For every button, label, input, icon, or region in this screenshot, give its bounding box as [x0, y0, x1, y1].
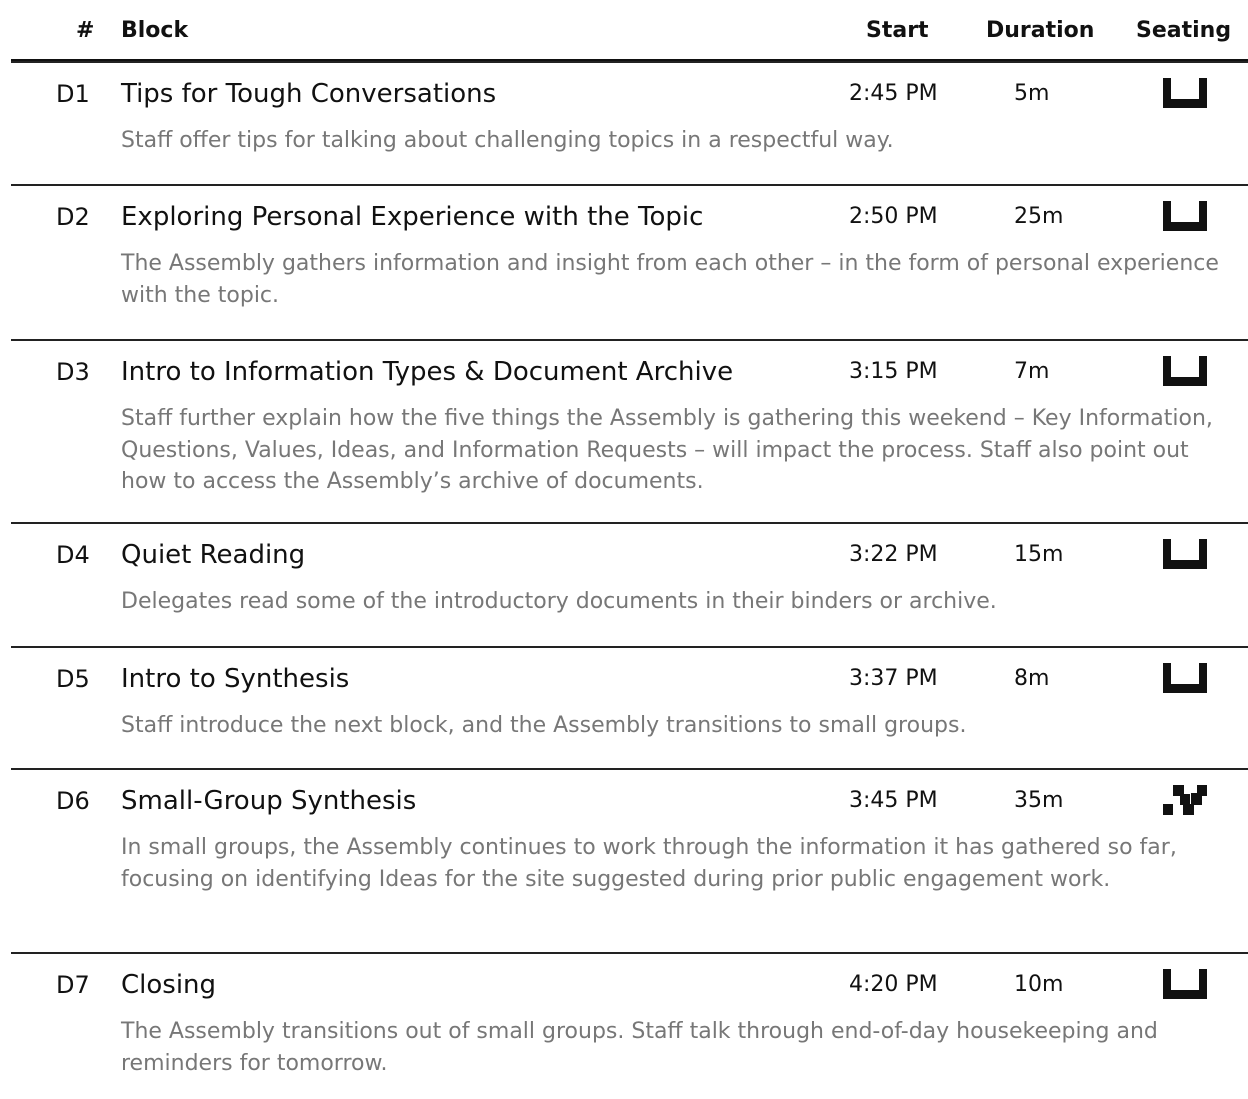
block-description: Delegates read some of the introductory …	[121, 589, 997, 614]
block-number: D4	[56, 541, 90, 569]
row-divider	[11, 646, 1248, 648]
row-divider	[11, 522, 1248, 524]
start-time: 2:45 PM	[849, 81, 938, 106]
small-group-seating-icon	[1163, 785, 1207, 815]
plenary-seating-icon	[1163, 969, 1207, 999]
block-number: D6	[56, 787, 90, 815]
table-header: # Block Start Duration Seating	[0, 0, 1248, 63]
block-title: Intro to Information Types & Document Ar…	[121, 357, 734, 387]
row-divider	[11, 61, 1248, 63]
block-title: Closing	[121, 970, 217, 1000]
duration: 35m	[1014, 788, 1064, 813]
start-time: 3:45 PM	[849, 788, 938, 813]
block-description: The Assembly transitions out of small gr…	[121, 1019, 1158, 1076]
duration: 5m	[1014, 81, 1050, 106]
header-seating: Seating	[1136, 18, 1232, 43]
row-divider	[11, 184, 1248, 186]
header-number: #	[76, 18, 95, 43]
duration: 7m	[1014, 359, 1050, 384]
duration: 25m	[1014, 204, 1064, 229]
block-description: Staff offer tips for talking about chall…	[121, 128, 894, 153]
start-time: 3:37 PM	[849, 666, 938, 691]
block-description: Staff introduce the next block, and the …	[121, 713, 967, 738]
header-duration: Duration	[986, 18, 1095, 43]
plenary-seating-icon	[1163, 539, 1207, 569]
start-time: 4:20 PM	[849, 972, 938, 997]
block-number: D7	[56, 971, 90, 999]
block-number: D3	[56, 358, 90, 386]
block-number: D2	[56, 203, 90, 231]
row-divider	[11, 952, 1248, 954]
start-time: 3:15 PM	[849, 359, 938, 384]
header-block: Block	[121, 18, 189, 43]
row-divider	[11, 768, 1248, 770]
block-description: In small groups, the Assembly continues …	[121, 835, 1177, 892]
plenary-seating-icon	[1163, 78, 1207, 108]
block-title: Small-Group Synthesis	[121, 786, 417, 816]
duration: 8m	[1014, 666, 1050, 691]
block-title: Exploring Personal Experience with the T…	[121, 202, 704, 232]
block-title: Quiet Reading	[121, 540, 306, 570]
plenary-seating-icon	[1163, 663, 1207, 693]
plenary-seating-icon	[1163, 201, 1207, 231]
block-number: D1	[56, 80, 90, 108]
header-start: Start	[866, 18, 929, 43]
duration: 10m	[1014, 972, 1064, 997]
duration: 15m	[1014, 542, 1064, 567]
block-description: Staff further explain how the five thing…	[121, 406, 1213, 494]
block-number: D5	[56, 665, 90, 693]
start-time: 3:22 PM	[849, 542, 938, 567]
plenary-seating-icon	[1163, 356, 1207, 386]
block-title: Tips for Tough Conversations	[121, 79, 497, 109]
start-time: 2:50 PM	[849, 204, 938, 229]
row-divider	[11, 339, 1248, 341]
block-title: Intro to Synthesis	[121, 664, 350, 694]
block-description: The Assembly gathers information and ins…	[121, 251, 1219, 308]
